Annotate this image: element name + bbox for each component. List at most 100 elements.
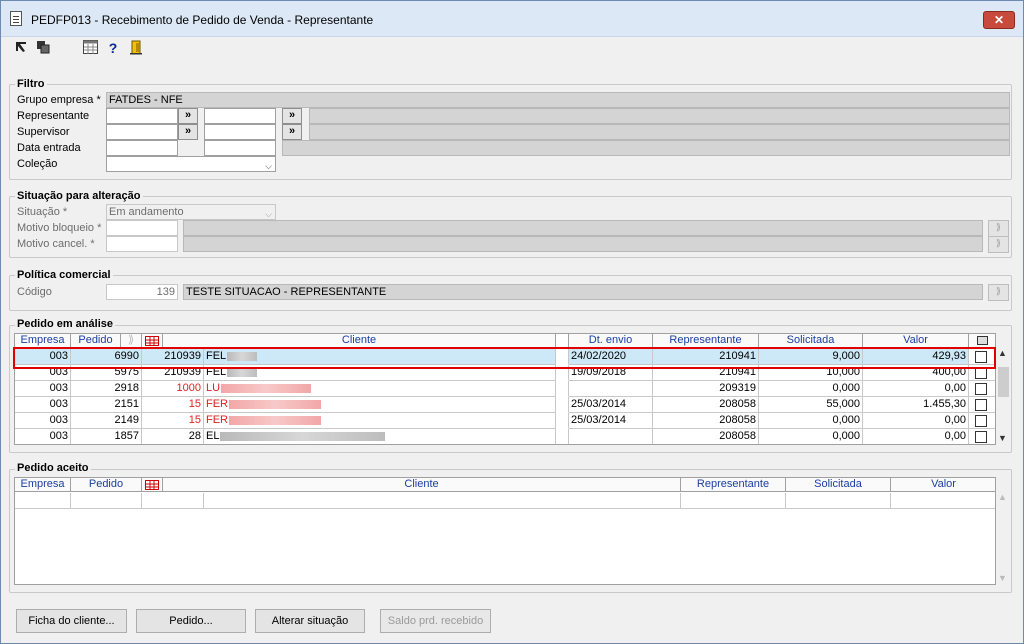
representante-name-field	[309, 108, 1010, 124]
supervisor-to-lookup-button[interactable]: »	[282, 124, 302, 140]
col-representante-header[interactable]: Representante	[653, 334, 759, 348]
scroll-down-icon[interactable]: ▼	[998, 433, 1007, 443]
cell-select	[969, 349, 995, 365]
col-cliente-header[interactable]: Cliente	[163, 334, 556, 348]
col-cliente-header[interactable]: Cliente	[163, 478, 681, 492]
table-row[interactable]: 003 2918 1000 LU 209319 0,000 0,00	[15, 381, 995, 397]
document-icon	[10, 11, 22, 26]
cell-cod-cliente: 28	[142, 429, 204, 444]
row-checkbox[interactable]	[975, 367, 987, 379]
representante-from-input[interactable]	[106, 108, 178, 124]
codigo-input[interactable]: 139	[106, 284, 178, 300]
toolbar: ?	[1, 37, 1023, 59]
colecao-select[interactable]: ⌵	[106, 156, 276, 172]
cell-select	[969, 397, 995, 413]
row-checkbox[interactable]	[975, 415, 987, 427]
scroll-up-icon[interactable]: ▲	[998, 492, 1007, 502]
pedido-analise-grid[interactable]: Empresa Pedido ⟫ Cliente Dt. envio Repre…	[14, 333, 996, 445]
codigo-label: Código	[17, 286, 52, 298]
table-row[interactable]: 003 5975 210939 FEL 19/09/2018 210941 10…	[15, 365, 995, 381]
col-solicitada-header[interactable]: Solicitada	[786, 478, 891, 492]
ficha-cliente-button[interactable]: Ficha do cliente...	[16, 609, 127, 633]
motivo-bloqueio-input[interactable]	[106, 220, 178, 236]
exit-icon[interactable]	[128, 40, 144, 56]
cell-cod-cliente	[142, 493, 204, 509]
col-representante-header[interactable]: Representante	[681, 478, 786, 492]
colecao-label: Coleção	[17, 158, 58, 170]
pedido-button[interactable]: Pedido...	[136, 609, 246, 633]
row-checkbox[interactable]	[975, 399, 987, 411]
table-row[interactable]: 003 1857 28 EL 208058 0,000 0,00	[15, 429, 995, 444]
window-title: PEDFP013 - Recebimento de Pedido de Vend…	[31, 13, 374, 27]
cursor-icon[interactable]	[13, 40, 29, 56]
cell-valor: 1.455,30	[863, 397, 969, 413]
row-checkbox[interactable]	[975, 431, 987, 443]
cell-valor: 0,00	[863, 381, 969, 397]
col-dt-envio-header[interactable]: Dt. envio	[569, 334, 653, 348]
cell-solicitada: 55,000	[759, 397, 863, 413]
cell-cod-cliente: 15	[142, 413, 204, 429]
scroll-thumb[interactable]	[998, 367, 1009, 397]
table-row[interactable]: 003 2149 15 FER 25/03/2014 208058 0,000 …	[15, 413, 995, 429]
saldo-prd-recebido-button[interactable]: Saldo prd. recebido	[380, 609, 491, 633]
politica-lookup-button[interactable]: ⟫	[988, 284, 1009, 301]
scroll-down-icon[interactable]: ▼	[998, 573, 1007, 583]
close-button[interactable]: ✕	[983, 11, 1015, 29]
representante-from-lookup-button[interactable]: »	[178, 108, 198, 124]
help-icon[interactable]: ?	[105, 40, 121, 56]
table-row[interactable]: 003 2151 15 FER 25/03/2014 208058 55,000…	[15, 397, 995, 413]
col-select-header[interactable]	[969, 334, 995, 348]
col-gap	[556, 334, 569, 348]
sort-icon[interactable]: ⟫	[121, 334, 142, 348]
cell-valor: 0,00	[863, 413, 969, 429]
cell-dt-envio	[569, 381, 653, 397]
cell-representante: 210941	[653, 349, 759, 365]
select-all-checkbox[interactable]	[977, 336, 988, 345]
col-valor-header[interactable]: Valor	[863, 334, 969, 348]
motivo-bloqueio-lookup-button[interactable]: ⟫	[988, 220, 1009, 237]
situacao-select[interactable]: Em andamento ⌵	[106, 204, 276, 220]
representante-to-input[interactable]	[204, 108, 276, 124]
col-solicitada-header[interactable]: Solicitada	[759, 334, 863, 348]
supervisor-to-input[interactable]	[204, 124, 276, 140]
cell-pedido: 2918	[71, 381, 142, 397]
cell-select	[969, 381, 995, 397]
col-empresa-header[interactable]: Empresa	[15, 478, 71, 492]
cell-solicitada: 0,000	[759, 381, 863, 397]
cell-pedido: 1857	[71, 429, 142, 444]
pedido-aceito-grid[interactable]: Empresa Pedido Cliente Representante Sol…	[14, 477, 996, 585]
motivo-cancel-lookup-button[interactable]: ⟫	[988, 236, 1009, 253]
cell-dt-envio: 25/03/2014	[569, 397, 653, 413]
col-valor-header[interactable]: Valor	[891, 478, 995, 492]
motivo-cancel-input[interactable]	[106, 236, 178, 252]
row-checkbox[interactable]	[975, 383, 987, 395]
cell-pedido: 5975	[71, 365, 142, 381]
copy-icon[interactable]	[35, 40, 51, 56]
data-entrada-from-input[interactable]	[106, 140, 178, 156]
grupo-empresa-field[interactable]: FATDES - NFE	[106, 92, 1010, 108]
row-checkbox[interactable]	[975, 351, 987, 363]
data-entrada-info-field	[282, 140, 1010, 156]
calendar-grid-icon[interactable]	[142, 478, 163, 492]
cell-dt-envio: 19/09/2018	[569, 365, 653, 381]
col-empresa-header[interactable]: Empresa	[15, 334, 71, 348]
cell-solicitada: 0,000	[759, 429, 863, 444]
representante-to-lookup-button[interactable]: »	[282, 108, 302, 124]
table-row[interactable]	[15, 493, 995, 509]
aceito-scrollbar[interactable]: ▲ ▼	[997, 491, 1010, 585]
calendar-grid-icon[interactable]	[82, 40, 98, 56]
calendar-grid-icon[interactable]	[142, 334, 163, 348]
col-pedido-header[interactable]: Pedido	[71, 478, 142, 492]
supervisor-from-lookup-button[interactable]: »	[178, 124, 198, 140]
cell-select	[969, 429, 995, 444]
col-pedido-header[interactable]: Pedido	[71, 334, 121, 348]
supervisor-from-input[interactable]	[106, 124, 178, 140]
data-entrada-to-input[interactable]	[204, 140, 276, 156]
analise-scrollbar[interactable]: ▲ ▼	[997, 347, 1010, 445]
cell-gap	[556, 381, 569, 397]
table-row[interactable]: 003 6990 210939 FEL 24/02/2020 210941 9,…	[15, 349, 995, 365]
cell-solicitada: 0,000	[759, 413, 863, 429]
scroll-up-icon[interactable]: ▲	[998, 348, 1007, 358]
cell-gap	[556, 365, 569, 381]
alterar-situacao-button[interactable]: Alterar situação	[255, 609, 365, 633]
